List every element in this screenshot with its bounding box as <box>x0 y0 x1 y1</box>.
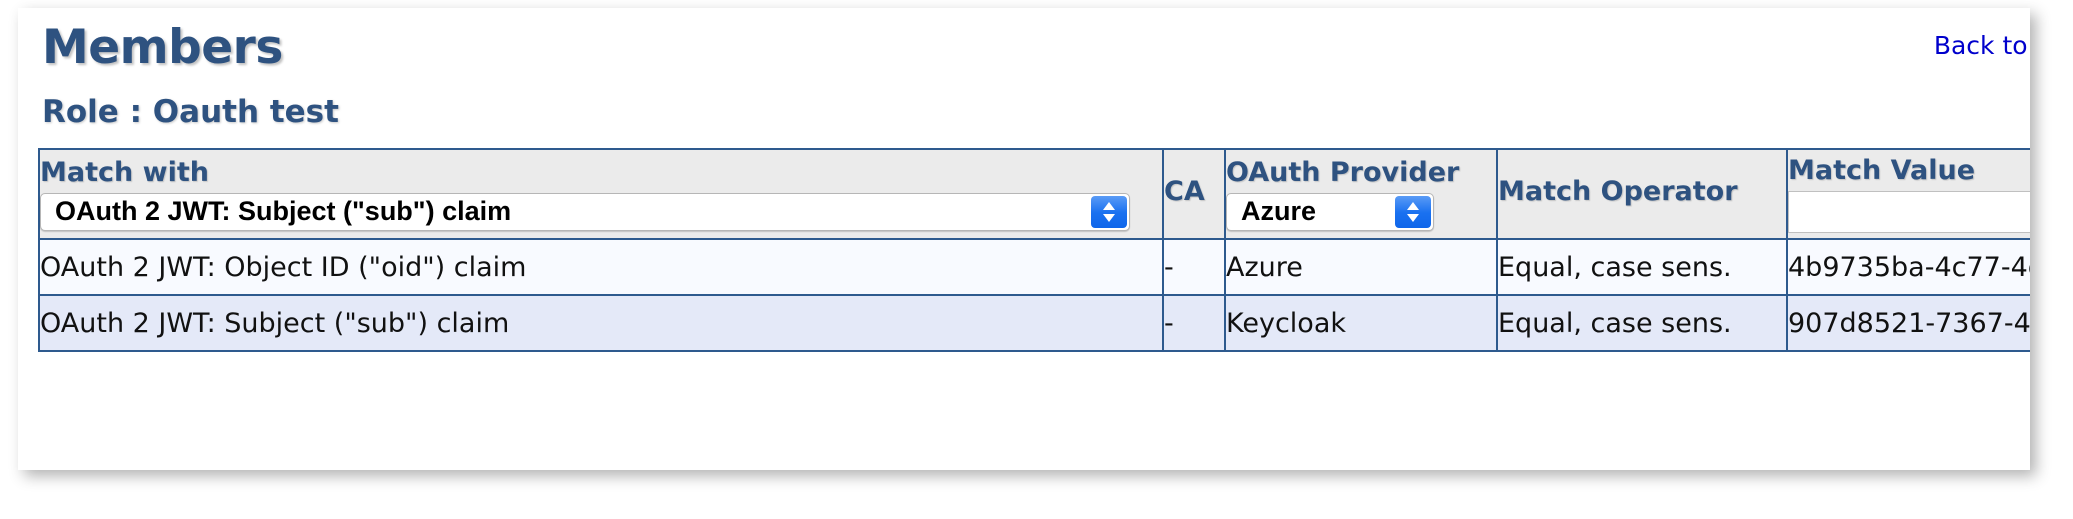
column-header-provider: OAuth Provider Azure <box>1225 149 1497 239</box>
select-spinner-icon[interactable] <box>1395 196 1431 228</box>
table-body: OAuth 2 JWT: Object ID ("oid") claim - A… <box>39 239 2030 351</box>
provider-select-value: Azure <box>1241 196 1316 227</box>
cell-match-with: OAuth 2 JWT: Subject ("sub") claim <box>39 295 1163 351</box>
cell-value: 4b9735ba-4c77-4c <box>1787 239 2030 295</box>
column-label-operator: Match Operator <box>1498 176 1786 211</box>
column-header-ca: CA <box>1163 149 1225 239</box>
column-header-operator: Match Operator <box>1497 149 1787 239</box>
screen: Members Role : Oauth test Back to Rol E … <box>0 0 2073 519</box>
provider-select[interactable]: Azure <box>1226 193 1434 231</box>
page-title: Members <box>42 20 283 75</box>
filter-match-with: OAuth 2 JWT: Subject ("sub") claim <box>40 193 1162 231</box>
cell-match-with: OAuth 2 JWT: Object ID ("oid") claim <box>39 239 1163 295</box>
column-label-ca: CA <box>1164 176 1224 211</box>
column-label-value: Match Value <box>1788 155 2030 190</box>
filter-value <box>1788 191 2030 233</box>
cell-operator: Equal, case sens. <box>1497 239 1787 295</box>
column-label-provider: OAuth Provider <box>1226 157 1496 192</box>
cell-ca: - <box>1163 295 1225 351</box>
table-head: Match with OAuth 2 JWT: Subject ("sub") … <box>39 149 2030 239</box>
role-subtitle: Role : Oauth test <box>42 94 339 130</box>
header-links: Back to Rol E <box>1654 28 2030 101</box>
filter-provider: Azure <box>1226 193 1496 231</box>
table-row[interactable]: OAuth 2 JWT: Object ID ("oid") claim - A… <box>39 239 2030 295</box>
members-table-wrapper: Match with OAuth 2 JWT: Subject ("sub") … <box>38 148 2030 330</box>
table-row[interactable]: OAuth 2 JWT: Subject ("sub") claim - Key… <box>39 295 2030 351</box>
cell-operator: Equal, case sens. <box>1497 295 1787 351</box>
cell-provider: Keycloak <box>1225 295 1497 351</box>
select-spinner-icon[interactable] <box>1091 196 1127 228</box>
cell-value: 907d8521-7367-4 <box>1787 295 2030 351</box>
column-header-match-with: Match with OAuth 2 JWT: Subject ("sub") … <box>39 149 1163 239</box>
table-header-row: Match with OAuth 2 JWT: Subject ("sub") … <box>39 149 2030 239</box>
cell-ca: - <box>1163 239 1225 295</box>
match-value-input[interactable] <box>1788 191 2030 233</box>
cell-provider: Azure <box>1225 239 1497 295</box>
secondary-link[interactable]: E <box>1654 64 2030 100</box>
column-header-value: Match Value <box>1787 149 2030 239</box>
match-with-select[interactable]: OAuth 2 JWT: Subject ("sub") claim <box>40 193 1130 231</box>
members-panel: Members Role : Oauth test Back to Rol E … <box>18 8 2030 470</box>
back-to-roles-link[interactable]: Back to Rol <box>1654 28 2030 64</box>
members-table: Match with OAuth 2 JWT: Subject ("sub") … <box>38 148 2030 352</box>
column-label-match-with: Match with <box>40 157 1162 192</box>
match-with-select-value: OAuth 2 JWT: Subject ("sub") claim <box>55 196 511 227</box>
